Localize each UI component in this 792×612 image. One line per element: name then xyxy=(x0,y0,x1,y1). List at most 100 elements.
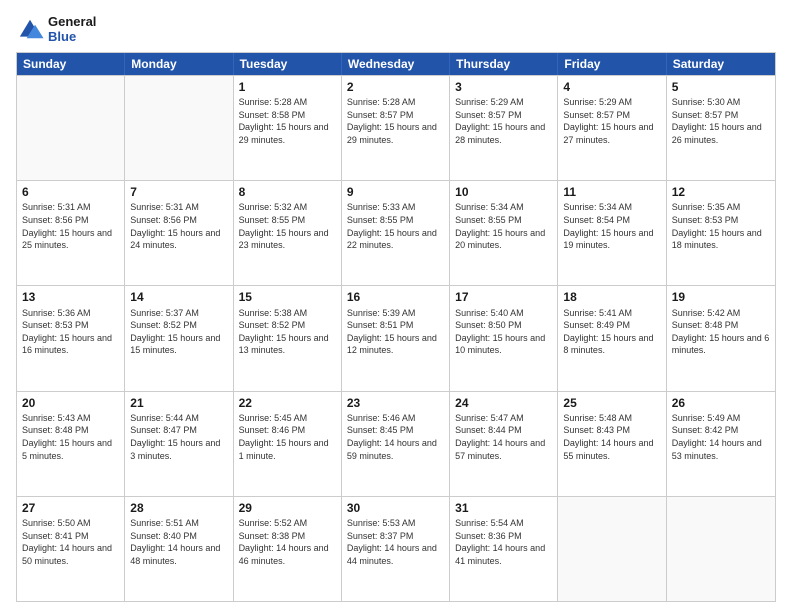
day-cell-22: 22Sunrise: 5:45 AMSunset: 8:46 PMDayligh… xyxy=(234,392,342,496)
day-number: 23 xyxy=(347,395,444,411)
cell-text-line: Daylight: 15 hours and 10 minutes. xyxy=(455,332,552,357)
cell-text-line: Sunset: 8:54 PM xyxy=(563,214,660,227)
day-number: 13 xyxy=(22,289,119,305)
day-cell-3: 3Sunrise: 5:29 AMSunset: 8:57 PMDaylight… xyxy=(450,76,558,180)
cell-text-line: Daylight: 15 hours and 26 minutes. xyxy=(672,121,770,146)
day-cell-17: 17 Sunrise: 5:40 AMSunset: 8:50 PMDayligh… xyxy=(450,286,558,390)
page: General Blue SundayMondayTuesdayWednesda… xyxy=(0,0,792,612)
cell-text-line: Sunset: 8:38 PM xyxy=(239,530,336,543)
cell-text-line: Sunset: 8:48 PM xyxy=(672,319,770,332)
day-cell-21: 21Sunrise: 5:44 AMSunset: 8:47 PMDayligh… xyxy=(125,392,233,496)
cell-text-line: Daylight: 14 hours and 44 minutes. xyxy=(347,542,444,567)
day-number: 12 xyxy=(672,184,770,200)
day-cell-25: 25Sunrise: 5:48 AMSunset: 8:43 PMDayligh… xyxy=(558,392,666,496)
cell-text-line: Daylight: 15 hours and 20 minutes. xyxy=(455,227,552,252)
cell-text-line: Sunrise: 5:29 AM xyxy=(455,96,552,109)
day-cell-31: 31Sunrise: 5:54 AMSunset: 8:36 PMDayligh… xyxy=(450,497,558,601)
cell-text-line: Sunset: 8:58 PM xyxy=(239,109,336,122)
cell-text-line: Sunrise: 5:41 AM xyxy=(563,307,660,320)
day-number: 21 xyxy=(130,395,227,411)
cell-text-line: Sunrise: 5:29 AM xyxy=(563,96,660,109)
cell-text-line: Daylight: 14 hours and 46 minutes. xyxy=(239,542,336,567)
day-number: 3 xyxy=(455,79,552,95)
cell-text-line: Sunrise: 5:42 AM xyxy=(672,307,770,320)
day-header-wednesday: Wednesday xyxy=(342,53,450,75)
cell-text-line: Sunset: 8:55 PM xyxy=(239,214,336,227)
empty-cell xyxy=(558,497,666,601)
cell-text-line: Sunrise: 5:31 AM xyxy=(130,201,227,214)
day-cell-30: 30Sunrise: 5:53 AMSunset: 8:37 PMDayligh… xyxy=(342,497,450,601)
cell-text-line: Daylight: 15 hours and 5 minutes. xyxy=(22,437,119,462)
empty-cell xyxy=(125,76,233,180)
day-header-tuesday: Tuesday xyxy=(234,53,342,75)
cell-text-line: Sunset: 8:50 PM xyxy=(455,319,552,332)
day-number: 20 xyxy=(22,395,119,411)
day-cell-28: 28Sunrise: 5:51 AMSunset: 8:40 PMDayligh… xyxy=(125,497,233,601)
cell-text-line: Sunset: 8:49 PM xyxy=(563,319,660,332)
day-number: 16 xyxy=(347,289,444,305)
day-cell-9: 9Sunrise: 5:33 AMSunset: 8:55 PMDaylight… xyxy=(342,181,450,285)
cell-text-line: Sunset: 8:57 PM xyxy=(563,109,660,122)
logo-text: General Blue xyxy=(48,14,96,44)
cell-text-line: Sunset: 8:51 PM xyxy=(347,319,444,332)
cell-text-line: Sunrise: 5:44 AM xyxy=(130,412,227,425)
cell-text-line: Daylight: 15 hours and 13 minutes. xyxy=(239,332,336,357)
day-cell-6: 6Sunrise: 5:31 AMSunset: 8:56 PMDaylight… xyxy=(17,181,125,285)
cell-text-line: Sunrise: 5:43 AM xyxy=(22,412,119,425)
day-cell-11: 11Sunrise: 5:34 AMSunset: 8:54 PMDayligh… xyxy=(558,181,666,285)
cell-text-line: Daylight: 15 hours and 3 minutes. xyxy=(130,437,227,462)
cell-text-line: Daylight: 15 hours and 23 minutes. xyxy=(239,227,336,252)
cell-text-line: Sunset: 8:57 PM xyxy=(455,109,552,122)
cell-text-line: Daylight: 14 hours and 59 minutes. xyxy=(347,437,444,462)
cell-text-line: Daylight: 15 hours and 29 minutes. xyxy=(347,121,444,146)
day-number: 30 xyxy=(347,500,444,516)
cell-text-line: Sunrise: 5:53 AM xyxy=(347,517,444,530)
day-header-saturday: Saturday xyxy=(667,53,775,75)
day-cell-12: 12Sunrise: 5:35 AMSunset: 8:53 PMDayligh… xyxy=(667,181,775,285)
day-number: 22 xyxy=(239,395,336,411)
day-cell-27: 27Sunrise: 5:50 AMSunset: 8:41 PMDayligh… xyxy=(17,497,125,601)
cell-text-line: Sunset: 8:47 PM xyxy=(130,424,227,437)
day-cell-8: 8Sunrise: 5:32 AMSunset: 8:55 PMDaylight… xyxy=(234,181,342,285)
week-row-1: 1Sunrise: 5:28 AMSunset: 8:58 PMDaylight… xyxy=(17,75,775,180)
week-row-2: 6Sunrise: 5:31 AMSunset: 8:56 PMDaylight… xyxy=(17,180,775,285)
cell-text-line: Daylight: 14 hours and 55 minutes. xyxy=(563,437,660,462)
cell-text-line: Sunset: 8:45 PM xyxy=(347,424,444,437)
cell-text-line: Daylight: 15 hours and 16 minutes. xyxy=(22,332,119,357)
cell-text-line: Sunset: 8:53 PM xyxy=(672,214,770,227)
day-cell-13: 13Sunrise: 5:36 AMSunset: 8:53 PMDayligh… xyxy=(17,286,125,390)
day-header-friday: Friday xyxy=(558,53,666,75)
day-cell-10: 10Sunrise: 5:34 AMSunset: 8:55 PMDayligh… xyxy=(450,181,558,285)
day-number: 6 xyxy=(22,184,119,200)
cell-text-line: Daylight: 14 hours and 50 minutes. xyxy=(22,542,119,567)
cell-text-line: Sunrise: 5:51 AM xyxy=(130,517,227,530)
day-header-sunday: Sunday xyxy=(17,53,125,75)
logo-icon xyxy=(16,18,44,40)
day-cell-26: 26Sunrise: 5:49 AMSunset: 8:42 PMDayligh… xyxy=(667,392,775,496)
empty-cell xyxy=(667,497,775,601)
day-cell-23: 23Sunrise: 5:46 AMSunset: 8:45 PMDayligh… xyxy=(342,392,450,496)
cell-text-line: Sunrise: 5:54 AM xyxy=(455,517,552,530)
cell-text-line: Sunrise: 5:32 AM xyxy=(239,201,336,214)
day-number: 24 xyxy=(455,395,552,411)
day-number: 8 xyxy=(239,184,336,200)
day-number: 28 xyxy=(130,500,227,516)
cell-text-line: Daylight: 15 hours and 8 minutes. xyxy=(563,332,660,357)
cell-text-line: Daylight: 15 hours and 6 minutes. xyxy=(672,332,770,357)
cell-text-line: Sunset: 8:43 PM xyxy=(563,424,660,437)
calendar-header: SundayMondayTuesdayWednesdayThursdayFrid… xyxy=(17,53,775,75)
day-cell-2: 2Sunrise: 5:28 AMSunset: 8:57 PMDaylight… xyxy=(342,76,450,180)
cell-text-line: Sunrise: 5:50 AM xyxy=(22,517,119,530)
cell-text-line: Sunrise: 5:30 AM xyxy=(672,96,770,109)
day-cell-5: 5Sunrise: 5:30 AMSunset: 8:57 PMDaylight… xyxy=(667,76,775,180)
cell-text-line: Sunset: 8:57 PM xyxy=(347,109,444,122)
day-number: 31 xyxy=(455,500,552,516)
cell-text-line: Sunset: 8:36 PM xyxy=(455,530,552,543)
cell-text-line: Sunset: 8:41 PM xyxy=(22,530,119,543)
empty-cell xyxy=(17,76,125,180)
day-number: 17 xyxy=(455,289,552,305)
cell-text-line: Sunrise: 5:40 AM xyxy=(455,307,552,320)
cell-text-line: Sunrise: 5:45 AM xyxy=(239,412,336,425)
cell-text-line: Sunrise: 5:39 AM xyxy=(347,307,444,320)
cell-text-line: Sunset: 8:42 PM xyxy=(672,424,770,437)
